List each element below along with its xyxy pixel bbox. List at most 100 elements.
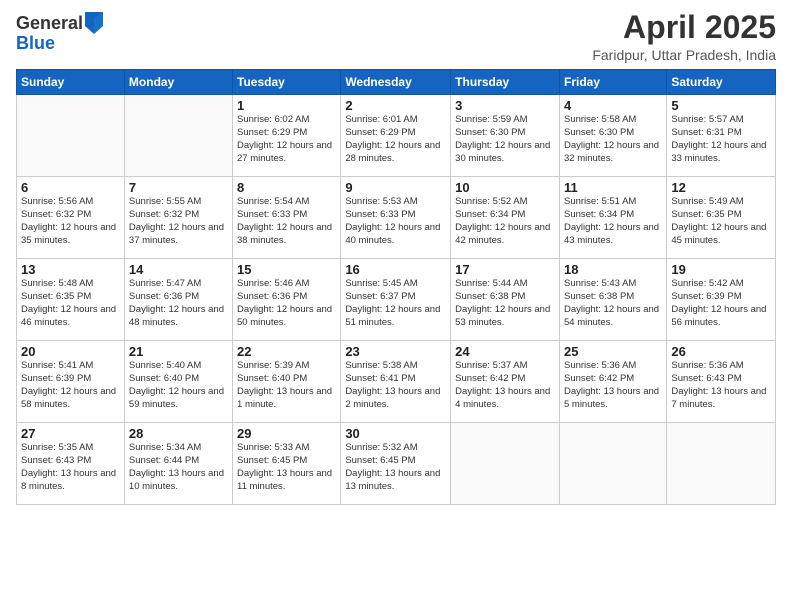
- table-row: 22Sunrise: 5:39 AM Sunset: 6:40 PM Dayli…: [233, 341, 341, 423]
- table-row: [17, 95, 125, 177]
- day-info: Sunrise: 5:46 AM Sunset: 6:36 PM Dayligh…: [237, 278, 336, 329]
- table-row: 20Sunrise: 5:41 AM Sunset: 6:39 PM Dayli…: [17, 341, 125, 423]
- table-row: 11Sunrise: 5:51 AM Sunset: 6:34 PM Dayli…: [559, 177, 666, 259]
- table-row: 17Sunrise: 5:44 AM Sunset: 6:38 PM Dayli…: [451, 259, 560, 341]
- day-number: 10: [455, 180, 555, 195]
- day-info: Sunrise: 5:33 AM Sunset: 6:45 PM Dayligh…: [237, 442, 336, 493]
- day-info: Sunrise: 5:42 AM Sunset: 6:39 PM Dayligh…: [671, 278, 771, 329]
- table-row: 16Sunrise: 5:45 AM Sunset: 6:37 PM Dayli…: [341, 259, 451, 341]
- table-row: 29Sunrise: 5:33 AM Sunset: 6:45 PM Dayli…: [233, 423, 341, 505]
- day-number: 8: [237, 180, 336, 195]
- table-row: [124, 95, 232, 177]
- day-number: 9: [345, 180, 446, 195]
- col-monday: Monday: [124, 70, 232, 95]
- logo: General Blue: [16, 14, 103, 54]
- day-info: Sunrise: 5:38 AM Sunset: 6:41 PM Dayligh…: [345, 360, 446, 411]
- day-info: Sunrise: 5:40 AM Sunset: 6:40 PM Dayligh…: [129, 360, 228, 411]
- calendar-week-row: 13Sunrise: 5:48 AM Sunset: 6:35 PM Dayli…: [17, 259, 776, 341]
- day-info: Sunrise: 5:47 AM Sunset: 6:36 PM Dayligh…: [129, 278, 228, 329]
- calendar-week-row: 1Sunrise: 6:02 AM Sunset: 6:29 PM Daylig…: [17, 95, 776, 177]
- table-row: 6Sunrise: 5:56 AM Sunset: 6:32 PM Daylig…: [17, 177, 125, 259]
- table-row: 4Sunrise: 5:58 AM Sunset: 6:30 PM Daylig…: [559, 95, 666, 177]
- day-info: Sunrise: 5:55 AM Sunset: 6:32 PM Dayligh…: [129, 196, 228, 247]
- table-row: 10Sunrise: 5:52 AM Sunset: 6:34 PM Dayli…: [451, 177, 560, 259]
- col-sunday: Sunday: [17, 70, 125, 95]
- day-number: 5: [671, 98, 771, 113]
- table-row: 8Sunrise: 5:54 AM Sunset: 6:33 PM Daylig…: [233, 177, 341, 259]
- table-row: 26Sunrise: 5:36 AM Sunset: 6:43 PM Dayli…: [667, 341, 776, 423]
- calendar-week-row: 27Sunrise: 5:35 AM Sunset: 6:43 PM Dayli…: [17, 423, 776, 505]
- day-number: 16: [345, 262, 446, 277]
- day-number: 15: [237, 262, 336, 277]
- day-number: 25: [564, 344, 662, 359]
- table-row: 19Sunrise: 5:42 AM Sunset: 6:39 PM Dayli…: [667, 259, 776, 341]
- day-info: Sunrise: 5:35 AM Sunset: 6:43 PM Dayligh…: [21, 442, 120, 493]
- page: General Blue April 2025 Faridpur, Uttar …: [0, 0, 792, 612]
- day-number: 27: [21, 426, 120, 441]
- day-number: 29: [237, 426, 336, 441]
- day-number: 24: [455, 344, 555, 359]
- day-number: 20: [21, 344, 120, 359]
- table-row: 18Sunrise: 5:43 AM Sunset: 6:38 PM Dayli…: [559, 259, 666, 341]
- header: General Blue April 2025 Faridpur, Uttar …: [16, 10, 776, 63]
- day-number: 6: [21, 180, 120, 195]
- day-info: Sunrise: 5:52 AM Sunset: 6:34 PM Dayligh…: [455, 196, 555, 247]
- col-saturday: Saturday: [667, 70, 776, 95]
- logo-blue-text: Blue: [16, 34, 103, 54]
- table-row: 14Sunrise: 5:47 AM Sunset: 6:36 PM Dayli…: [124, 259, 232, 341]
- day-number: 17: [455, 262, 555, 277]
- calendar-header-row: Sunday Monday Tuesday Wednesday Thursday…: [17, 70, 776, 95]
- day-info: Sunrise: 5:34 AM Sunset: 6:44 PM Dayligh…: [129, 442, 228, 493]
- col-wednesday: Wednesday: [341, 70, 451, 95]
- day-info: Sunrise: 6:02 AM Sunset: 6:29 PM Dayligh…: [237, 114, 336, 165]
- day-info: Sunrise: 5:56 AM Sunset: 6:32 PM Dayligh…: [21, 196, 120, 247]
- table-row: 1Sunrise: 6:02 AM Sunset: 6:29 PM Daylig…: [233, 95, 341, 177]
- day-number: 23: [345, 344, 446, 359]
- day-number: 19: [671, 262, 771, 277]
- table-row: 23Sunrise: 5:38 AM Sunset: 6:41 PM Dayli…: [341, 341, 451, 423]
- day-number: 4: [564, 98, 662, 113]
- calendar-week-row: 20Sunrise: 5:41 AM Sunset: 6:39 PM Dayli…: [17, 341, 776, 423]
- day-number: 28: [129, 426, 228, 441]
- day-number: 12: [671, 180, 771, 195]
- table-row: [451, 423, 560, 505]
- calendar-week-row: 6Sunrise: 5:56 AM Sunset: 6:32 PM Daylig…: [17, 177, 776, 259]
- day-number: 22: [237, 344, 336, 359]
- day-info: Sunrise: 5:36 AM Sunset: 6:43 PM Dayligh…: [671, 360, 771, 411]
- day-number: 14: [129, 262, 228, 277]
- day-number: 7: [129, 180, 228, 195]
- table-row: 13Sunrise: 5:48 AM Sunset: 6:35 PM Dayli…: [17, 259, 125, 341]
- table-row: 24Sunrise: 5:37 AM Sunset: 6:42 PM Dayli…: [451, 341, 560, 423]
- day-number: 18: [564, 262, 662, 277]
- day-info: Sunrise: 5:53 AM Sunset: 6:33 PM Dayligh…: [345, 196, 446, 247]
- logo-general-text: General: [16, 14, 83, 34]
- day-number: 11: [564, 180, 662, 195]
- table-row: 30Sunrise: 5:32 AM Sunset: 6:45 PM Dayli…: [341, 423, 451, 505]
- table-row: 3Sunrise: 5:59 AM Sunset: 6:30 PM Daylig…: [451, 95, 560, 177]
- day-info: Sunrise: 5:48 AM Sunset: 6:35 PM Dayligh…: [21, 278, 120, 329]
- day-info: Sunrise: 5:44 AM Sunset: 6:38 PM Dayligh…: [455, 278, 555, 329]
- day-number: 21: [129, 344, 228, 359]
- day-info: Sunrise: 5:41 AM Sunset: 6:39 PM Dayligh…: [21, 360, 120, 411]
- title-month: April 2025: [592, 10, 776, 45]
- day-number: 1: [237, 98, 336, 113]
- table-row: 27Sunrise: 5:35 AM Sunset: 6:43 PM Dayli…: [17, 423, 125, 505]
- table-row: [559, 423, 666, 505]
- table-row: 15Sunrise: 5:46 AM Sunset: 6:36 PM Dayli…: [233, 259, 341, 341]
- day-info: Sunrise: 5:37 AM Sunset: 6:42 PM Dayligh…: [455, 360, 555, 411]
- day-number: 2: [345, 98, 446, 113]
- logo-icon: [85, 12, 103, 34]
- table-row: 28Sunrise: 5:34 AM Sunset: 6:44 PM Dayli…: [124, 423, 232, 505]
- table-row: 21Sunrise: 5:40 AM Sunset: 6:40 PM Dayli…: [124, 341, 232, 423]
- day-number: 3: [455, 98, 555, 113]
- table-row: 25Sunrise: 5:36 AM Sunset: 6:42 PM Dayli…: [559, 341, 666, 423]
- day-info: Sunrise: 5:49 AM Sunset: 6:35 PM Dayligh…: [671, 196, 771, 247]
- day-info: Sunrise: 5:43 AM Sunset: 6:38 PM Dayligh…: [564, 278, 662, 329]
- day-info: Sunrise: 5:54 AM Sunset: 6:33 PM Dayligh…: [237, 196, 336, 247]
- day-info: Sunrise: 5:58 AM Sunset: 6:30 PM Dayligh…: [564, 114, 662, 165]
- calendar-table: Sunday Monday Tuesday Wednesday Thursday…: [16, 69, 776, 505]
- col-thursday: Thursday: [451, 70, 560, 95]
- day-number: 26: [671, 344, 771, 359]
- col-tuesday: Tuesday: [233, 70, 341, 95]
- day-number: 30: [345, 426, 446, 441]
